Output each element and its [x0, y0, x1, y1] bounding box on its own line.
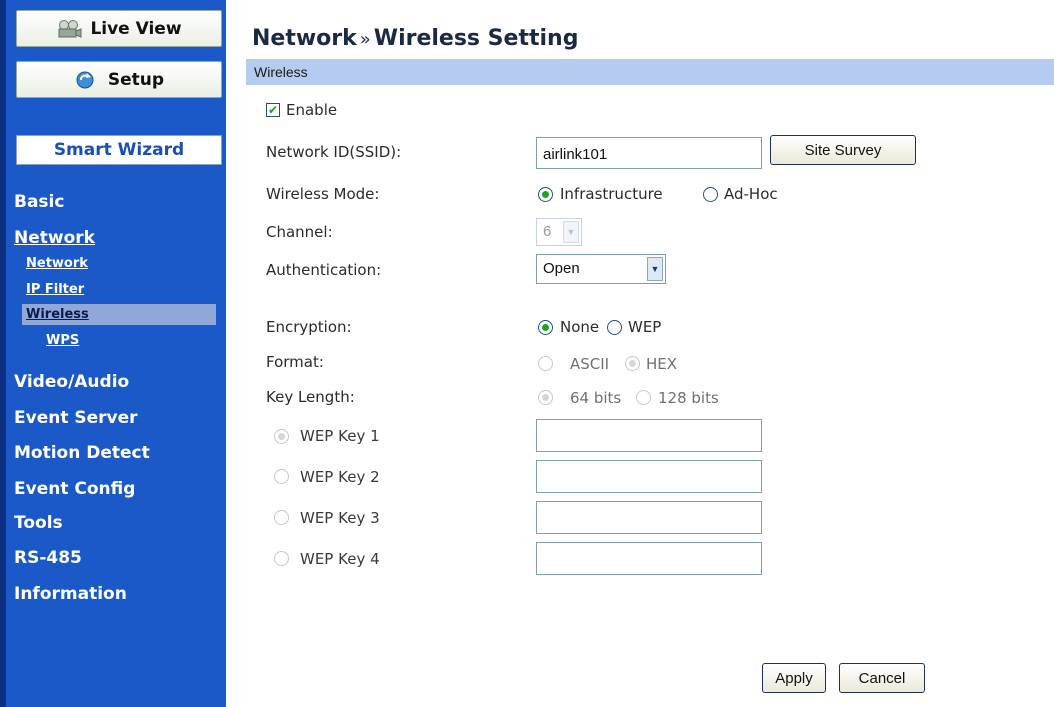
enable-checkbox[interactable]: ✔ — [266, 103, 280, 117]
encryption-label: Encryption: — [266, 318, 352, 336]
keylength-64-radio[interactable] — [538, 390, 553, 405]
live-view-label: Live View — [90, 18, 182, 39]
encryption-wep-radio[interactable] — [607, 320, 622, 335]
wep-key-4-radio[interactable] — [274, 551, 289, 566]
wep-key-4-input[interactable] — [536, 542, 762, 575]
live-view-button[interactable]: Live View — [16, 10, 222, 47]
title-separator: » — [359, 29, 371, 50]
wep-key-1-input[interactable] — [536, 419, 762, 452]
chevron-down-icon: ▼ — [647, 257, 663, 281]
enable-label: Enable — [286, 101, 338, 119]
wep-key-4-label: WEP Key 4 — [300, 550, 380, 568]
encryption-none-label: None — [560, 318, 600, 336]
encryption-wep-label: WEP — [628, 318, 662, 336]
sidebar-item-event-config[interactable]: Event Config — [14, 479, 135, 499]
encryption-none-radio[interactable] — [538, 320, 553, 335]
channel-select[interactable]: 6 ▼ — [536, 218, 582, 246]
wep-key-1-label: WEP Key 1 — [300, 427, 380, 445]
key-length-label: Key Length: — [266, 388, 355, 406]
title-page: Wireless Setting — [373, 26, 579, 51]
mode-adhoc-label: Ad-Hoc — [724, 185, 778, 203]
sidebar-subitem-wps[interactable]: WPS — [46, 333, 79, 348]
mode-adhoc-radio[interactable] — [703, 187, 718, 202]
sidebar-item-video-audio[interactable]: Video/Audio — [14, 372, 129, 392]
chevron-down-icon: ▼ — [563, 221, 579, 243]
camera-icon — [58, 19, 82, 38]
keylength-64-label: 64 bits — [570, 389, 622, 407]
format-hex-radio[interactable] — [625, 356, 640, 371]
checkmark-icon: ✔ — [267, 103, 279, 117]
wep-key-2-input[interactable] — [536, 460, 762, 493]
setup-button[interactable]: Setup — [16, 61, 222, 98]
authentication-value: Open — [543, 260, 580, 277]
wep-key-3-label: WEP Key 3 — [300, 509, 380, 527]
sidebar-item-basic[interactable]: Basic — [14, 192, 64, 212]
format-ascii-label: ASCII — [570, 355, 610, 373]
format-label: Format: — [266, 353, 324, 371]
channel-label: Channel: — [266, 223, 333, 241]
keylength-128-radio[interactable] — [636, 390, 651, 405]
wep-key-2-radio[interactable] — [274, 469, 289, 484]
mode-infrastructure-label: Infrastructure — [560, 185, 663, 203]
ssid-label: Network ID(SSID): — [266, 143, 402, 161]
smart-wizard-button[interactable]: Smart Wizard — [16, 135, 222, 165]
title-section: Network — [252, 26, 357, 51]
setup-label: Setup — [107, 69, 165, 90]
sidebar-item-network[interactable]: Network — [14, 228, 95, 248]
ssid-input[interactable]: airlink101 — [536, 137, 762, 169]
sidebar-item-tools[interactable]: Tools — [14, 513, 63, 533]
main-panel: Network» Wireless Setting Wireless ✔ Enab… — [232, 0, 1054, 707]
sidebar-item-information[interactable]: Information — [14, 584, 127, 604]
channel-value: 6 — [543, 223, 552, 240]
sidebar-subitem-ip-filter[interactable]: IP Filter — [26, 282, 84, 297]
wep-key-2-label: WEP Key 2 — [300, 468, 380, 486]
sidebar-item-motion-detect[interactable]: Motion Detect — [14, 443, 150, 463]
section-header-wireless: Wireless — [246, 59, 1054, 85]
mode-infrastructure-radio[interactable] — [538, 187, 553, 202]
wireless-mode-label: Wireless Mode: — [266, 185, 380, 203]
apply-button[interactable]: Apply — [762, 663, 826, 693]
sidebar-item-event-server[interactable]: Event Server — [14, 408, 138, 428]
setup-icon — [76, 71, 94, 88]
cancel-button[interactable]: Cancel — [839, 663, 925, 693]
smart-wizard-label: Smart Wizard — [53, 140, 185, 160]
page-title: Network» Wireless Setting — [252, 26, 578, 51]
authentication-select[interactable]: Open ▼ — [536, 254, 666, 284]
site-survey-button[interactable]: Site Survey — [770, 135, 916, 165]
format-ascii-radio[interactable] — [538, 356, 553, 371]
sidebar: Live View Setup Smart Wizard Basic Netwo… — [0, 0, 226, 707]
authentication-label: Authentication: — [266, 261, 382, 279]
sidebar-subitem-wireless[interactable]: Wireless — [26, 307, 89, 322]
keylength-128-label: 128 bits — [658, 389, 719, 407]
sidebar-item-rs485[interactable]: RS-485 — [14, 548, 82, 568]
format-hex-label: HEX — [646, 355, 678, 373]
wep-key-3-radio[interactable] — [274, 510, 289, 525]
wep-key-3-input[interactable] — [536, 501, 762, 534]
sidebar-subitem-network[interactable]: Network — [26, 256, 88, 271]
wep-key-1-radio[interactable] — [274, 429, 289, 444]
